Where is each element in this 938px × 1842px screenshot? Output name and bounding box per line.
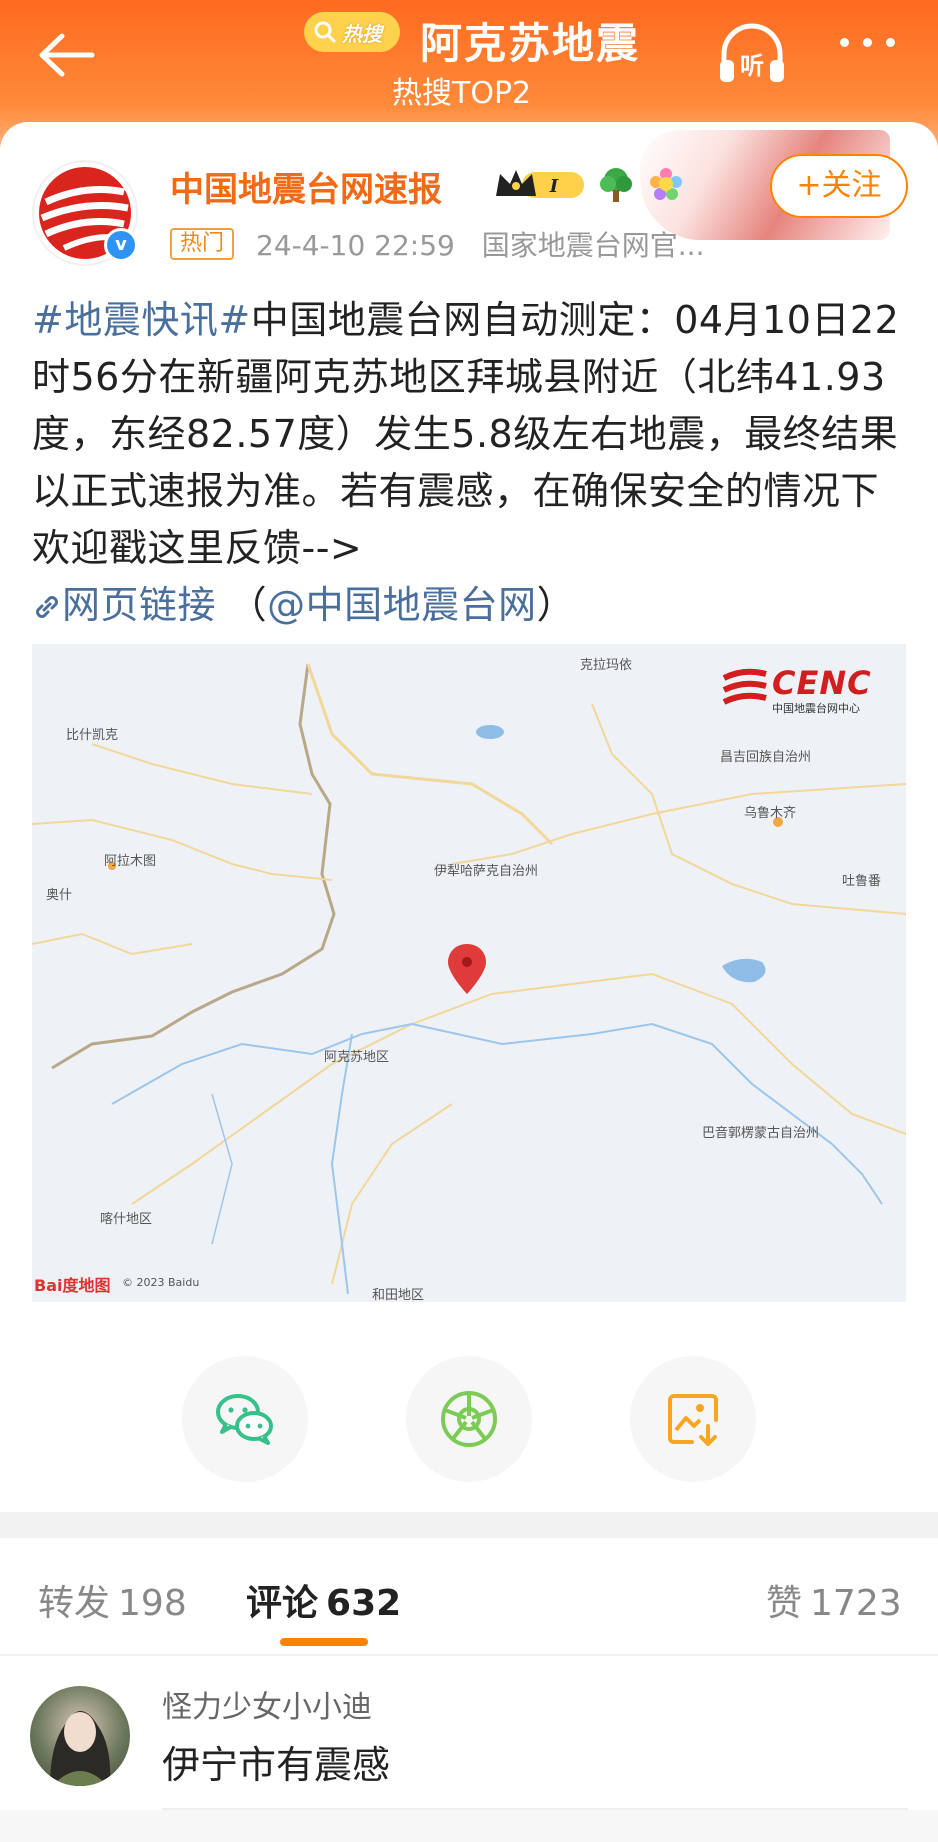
tab-like-count: 1723 — [810, 1583, 902, 1624]
post-card: v 中国地震台网速报 I +关注 热门 24-4-10 22:59 国家地震台网… — [0, 122, 938, 1522]
tab-comment-label: 评论 — [246, 1583, 319, 1624]
share-wechat-button[interactable] — [182, 1356, 308, 1482]
share-moments-button[interactable] — [406, 1356, 532, 1482]
tab-comment-count: 632 — [326, 1583, 402, 1624]
active-tab-indicator — [280, 1638, 368, 1646]
vip-crown-level-icon: I — [496, 170, 584, 198]
paren-close: ） — [536, 583, 576, 627]
moments-icon — [441, 1391, 497, 1447]
tab-repost[interactable]: 转发 198 — [38, 1574, 187, 1626]
comment-text: 伊宁市有震感 — [162, 1743, 391, 1787]
follow-button[interactable]: +关注 — [770, 154, 908, 218]
hot-search-badge: 热搜 — [304, 12, 400, 52]
epicenter-marker — [448, 944, 486, 994]
search-icon — [314, 21, 336, 43]
mention-link[interactable]: @中国地震台网 — [267, 583, 537, 627]
tab-repost-count: 198 — [118, 1583, 187, 1624]
map-label: 和田地区 — [372, 1288, 425, 1302]
link-icon — [36, 596, 58, 618]
map-label: 比什凯克 — [66, 728, 119, 743]
web-link-label: 网页链接 — [62, 583, 217, 627]
map-label: 奥什 — [46, 888, 73, 903]
map-label: 阿拉木图 — [104, 854, 157, 869]
save-image-icon — [668, 1394, 718, 1446]
bottom-band — [0, 1810, 938, 1842]
map-label: 喀什地区 — [100, 1212, 153, 1227]
author-name[interactable]: 中国地震台网速报 — [170, 162, 442, 211]
map-label: 乌鲁木齐 — [744, 806, 797, 821]
svg-text:I: I — [549, 176, 559, 197]
post-body: #地震快讯#中国地震台网自动测定：04月10日22时56分在新疆阿克苏地区拜城县… — [32, 292, 912, 634]
back-arrow-icon[interactable] — [36, 30, 96, 80]
map-label: 巴音郭楞蒙古自治州 — [702, 1126, 820, 1141]
map-label: 吐鲁番 — [842, 874, 882, 889]
tabs-divider — [0, 1654, 938, 1656]
more-options-icon[interactable] — [840, 38, 920, 62]
topic-title: 阿克苏地震 — [420, 19, 641, 68]
commenter-name[interactable]: 怪力少女小小迪 — [162, 1682, 372, 1726]
earthquake-map-image[interactable]: CENC 中国地震台网中心 克拉玛依 比什凯克 昌吉回族自治州 乌鲁木齐 阿拉木… — [32, 644, 906, 1302]
map-label: 克拉玛依 — [580, 658, 633, 673]
save-image-button[interactable] — [630, 1356, 756, 1482]
topic-rank: 热搜TOP2 — [392, 76, 532, 111]
interaction-tabs: 转发 198 评论 632 赞 1723 — [0, 1538, 938, 1650]
flower-badge-icon — [650, 168, 682, 200]
listen-headphones-icon[interactable]: 听 — [716, 22, 788, 86]
verified-badge: v — [104, 228, 138, 262]
cenc-logo-text: CENC — [772, 664, 872, 702]
baidu-map-logo: Bai度地图 — [34, 1276, 111, 1295]
post-meta: 24-4-10 22:59 国家地震台网官... — [256, 224, 704, 264]
cenc-watermark: CENC 中国地震台网中心 — [722, 662, 892, 715]
tab-like-label: 赞 — [766, 1583, 803, 1624]
web-link[interactable]: 网页链接 — [32, 583, 216, 627]
tab-like[interactable]: 赞 1723 — [766, 1574, 902, 1626]
tab-repost-label: 转发 — [38, 1583, 111, 1624]
commenter-photo — [50, 1711, 111, 1786]
section-divider — [0, 1512, 938, 1538]
hot-tag: 热门 — [170, 228, 235, 260]
post-source[interactable]: 国家地震台网官... — [482, 229, 705, 262]
svg-text:听: 听 — [740, 52, 764, 80]
map-canvas — [32, 663, 906, 1295]
map-label: 阿克苏地区 — [324, 1050, 390, 1065]
tree-badge-icon — [600, 168, 632, 202]
post-time: 24-4-10 22:59 — [256, 229, 455, 262]
hashtag-link[interactable]: #地震快讯# — [32, 298, 251, 342]
paren-open: （ — [228, 583, 268, 627]
cenc-logo-subtitle: 中国地震台网中心 — [772, 702, 860, 715]
map-label: 伊犁哈萨克自治州 — [434, 864, 539, 879]
cenc-map-logo-icon — [722, 668, 767, 705]
map-copyright: © 2023 Baidu — [122, 1276, 200, 1289]
wechat-icon — [216, 1394, 273, 1445]
tab-comment[interactable]: 评论 632 — [246, 1574, 401, 1626]
commenter-avatar[interactable] — [30, 1686, 130, 1786]
hot-badge-text: 热搜 — [342, 21, 382, 46]
map-label: 昌吉回族自治州 — [720, 750, 812, 765]
